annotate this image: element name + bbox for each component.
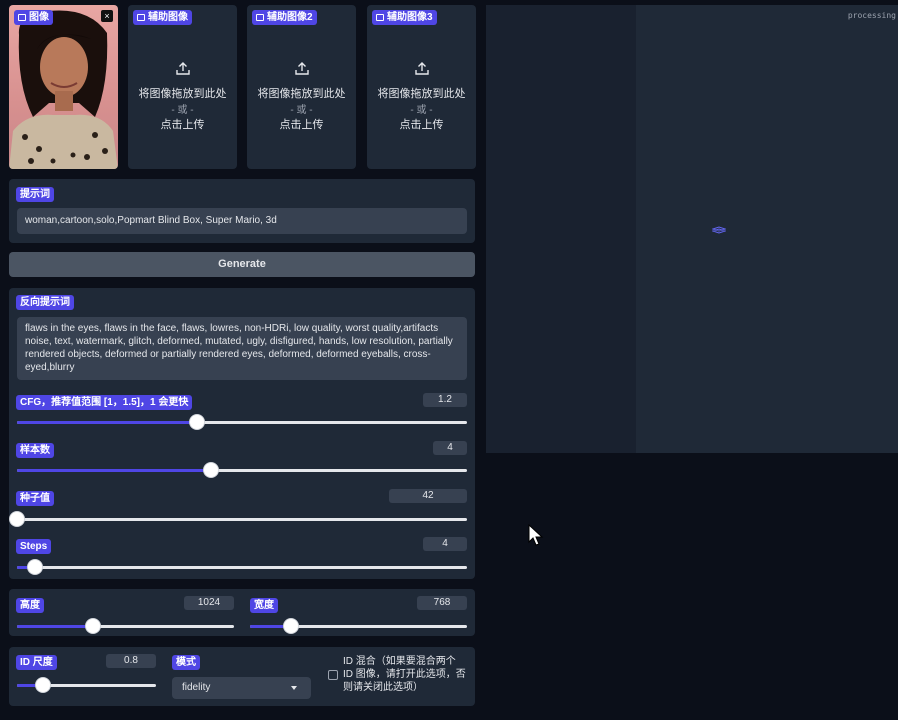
width-slider-thumb[interactable] — [284, 619, 299, 633]
id-image-preview[interactable]: 图像 × — [9, 5, 118, 169]
samples-slider-thumb[interactable] — [203, 463, 218, 477]
id-scale-slider-thumb[interactable] — [36, 678, 51, 692]
cfg-label: CFG，推荐值范围 [1，1.5]，1 会更快 — [16, 395, 193, 410]
settings-panel: 反向提示词 flaws in the eyes, flaws in the fa… — [9, 288, 475, 579]
id-scale-slider[interactable] — [17, 678, 156, 692]
steps-value[interactable]: 4 — [423, 537, 467, 551]
samples-value[interactable]: 4 — [433, 441, 467, 455]
negative-prompt-label: 反向提示词 — [16, 295, 74, 310]
loading-spinner-icon — [712, 226, 726, 234]
prompt-panel: 提示词 woman,cartoon,solo,Popmart Blind Box… — [9, 179, 475, 243]
seed-value[interactable]: 42 — [389, 489, 467, 503]
cfg-slider[interactable] — [17, 415, 467, 429]
image-icon — [256, 14, 264, 21]
image-icon — [18, 14, 26, 21]
seed-slider[interactable] — [10, 512, 467, 526]
image-label-badge: 图像 — [14, 10, 53, 25]
aux-image-upload-1[interactable]: 辅助图像 将图像拖放到此处 - 或 - 点击上传 — [128, 5, 237, 169]
width-value[interactable]: 768 — [417, 596, 467, 610]
drop-text: 将图像拖放到此处 — [138, 88, 227, 100]
steps-label: Steps — [16, 539, 52, 554]
upload-icon — [294, 62, 309, 75]
aux-image-label-badge: 辅助图像 — [133, 10, 192, 25]
samples-slider[interactable] — [17, 463, 467, 477]
size-panel: 高度 1024 宽度 768 — [9, 589, 475, 636]
or-text: - 或 - — [410, 105, 433, 116]
mouse-cursor-icon — [528, 524, 544, 546]
samples-label: 样本数 — [16, 443, 54, 458]
upload-icon — [414, 62, 429, 75]
click-upload-text[interactable]: 点击上传 — [247, 116, 356, 132]
mode-label: 模式 — [172, 655, 200, 670]
width-slider[interactable] — [250, 619, 467, 633]
steps-slider[interactable] — [17, 560, 467, 574]
image-icon — [137, 14, 145, 21]
aux-image-label-badge: 辅助图像3 — [372, 10, 437, 25]
cfg-value[interactable]: 1.2 — [423, 393, 467, 407]
aux-image-upload-2[interactable]: 辅助图像2 将图像拖放到此处 - 或 - 点击上传 — [247, 5, 356, 169]
mode-select[interactable]: fidelity — [172, 677, 311, 699]
generate-button[interactable]: Generate — [9, 252, 475, 277]
click-upload-text[interactable]: 点击上传 — [367, 116, 476, 132]
height-value[interactable]: 1024 — [184, 596, 234, 610]
drop-text: 将图像拖放到此处 — [377, 88, 466, 100]
aux-image-label-badge: 辅助图像2 — [252, 10, 317, 25]
drop-text: 将图像拖放到此处 — [257, 88, 346, 100]
or-text: - 或 - — [171, 105, 194, 116]
processing-status: processing — [847, 11, 896, 20]
samples-slider-fill — [17, 469, 211, 472]
prompt-label: 提示词 — [16, 187, 54, 202]
portrait-photo — [9, 10, 118, 169]
output-gallery: processing — [486, 5, 898, 453]
id-mix-checkbox[interactable] — [328, 670, 338, 680]
click-upload-text[interactable]: 点击上传 — [128, 116, 237, 132]
height-label: 高度 — [16, 598, 44, 613]
output-shade — [486, 5, 636, 453]
height-slider[interactable] — [17, 619, 234, 633]
aux-image-upload-3[interactable]: 辅助图像3 将图像拖放到此处 - 或 - 点击上传 — [367, 5, 476, 169]
prompt-input[interactable]: woman,cartoon,solo,Popmart Blind Box, Su… — [17, 208, 467, 234]
dropdown-caret-icon — [291, 686, 297, 690]
height-slider-fill — [17, 625, 93, 628]
height-slider-thumb[interactable] — [85, 619, 100, 633]
mode-selected-value: fidelity — [182, 682, 211, 693]
id-mix-label: ID 混合（如果要混合两个 ID 图像，请打开此选项，否则请关闭此选项） — [343, 656, 466, 693]
id-scale-label: ID 尺度 — [16, 655, 57, 670]
id-scale-value[interactable]: 0.8 — [106, 654, 156, 668]
width-label: 宽度 — [250, 598, 278, 613]
image-icon — [376, 14, 384, 21]
or-text: - 或 - — [290, 105, 313, 116]
close-icon[interactable]: × — [101, 10, 113, 22]
negative-prompt-input[interactable]: flaws in the eyes, flaws in the face, fl… — [17, 317, 467, 380]
steps-slider-thumb[interactable] — [28, 560, 42, 574]
cfg-slider-fill — [17, 421, 197, 424]
seed-slider-thumb[interactable] — [10, 512, 24, 526]
upload-icon — [175, 62, 190, 75]
cfg-slider-thumb[interactable] — [190, 415, 204, 429]
seed-label: 种子值 — [16, 491, 54, 506]
